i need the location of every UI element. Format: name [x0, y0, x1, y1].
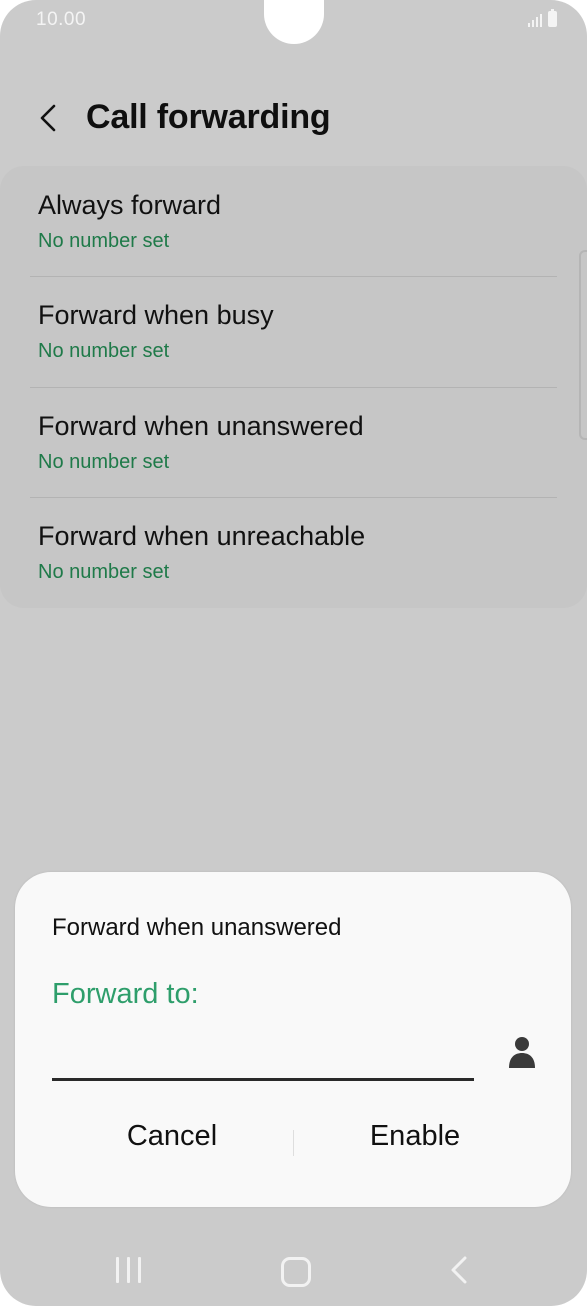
- battery-icon: [548, 9, 557, 27]
- status-time: 10.00: [36, 9, 87, 30]
- cancel-button[interactable]: Cancel: [72, 1120, 272, 1153]
- setting-title: Forward when unreachable: [38, 521, 366, 551]
- setting-title: Always forward: [38, 190, 222, 220]
- signal-icon: [528, 14, 542, 27]
- camera-notch: [264, 0, 324, 44]
- app-header: Call forwarding: [0, 90, 587, 150]
- setting-subtitle: No number set: [38, 340, 170, 362]
- back-button[interactable]: [30, 98, 70, 138]
- navigation-bar: [0, 1240, 587, 1306]
- back-icon[interactable]: [449, 1255, 469, 1290]
- setting-subtitle: No number set: [38, 451, 170, 473]
- forward-to-label: Forward to:: [52, 978, 199, 1010]
- enable-button[interactable]: Enable: [315, 1120, 515, 1153]
- setting-subtitle: No number set: [38, 561, 170, 583]
- setting-forward-busy[interactable]: Forward when busy No number set: [0, 276, 587, 386]
- recent-apps-icon[interactable]: [116, 1257, 141, 1283]
- forward-dialog: Forward when unanswered Forward to: Canc…: [15, 872, 571, 1207]
- contacts-button[interactable]: [507, 1035, 537, 1069]
- forward-number-input[interactable]: [52, 1022, 474, 1081]
- setting-title: Forward when busy: [38, 300, 274, 330]
- setting-subtitle: No number set: [38, 230, 170, 252]
- phone-screen: 10.00 Call forwarding Always forward No …: [0, 0, 587, 1306]
- page-title: Call forwarding: [86, 98, 331, 136]
- setting-title: Forward when unanswered: [38, 411, 364, 441]
- settings-list: Always forward No number set Forward whe…: [0, 166, 587, 608]
- button-separator: [293, 1130, 294, 1156]
- home-icon[interactable]: [281, 1257, 311, 1287]
- chevron-left-icon: [40, 104, 56, 132]
- setting-always-forward[interactable]: Always forward No number set: [0, 166, 587, 276]
- setting-forward-unanswered[interactable]: Forward when unanswered No number set: [0, 387, 587, 497]
- setting-forward-unreachable[interactable]: Forward when unreachable No number set: [0, 497, 587, 607]
- scrollbar[interactable]: [579, 250, 587, 440]
- status-icons: [528, 9, 557, 27]
- person-icon: [509, 1037, 535, 1068]
- dialog-title: Forward when unanswered: [52, 914, 342, 941]
